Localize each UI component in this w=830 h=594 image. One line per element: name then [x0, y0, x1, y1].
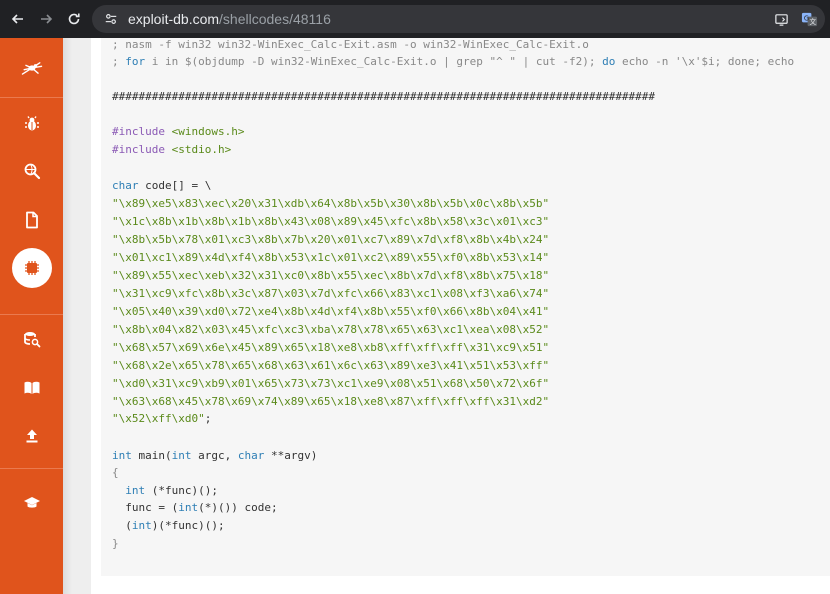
code-text: )(*func)();	[151, 519, 225, 532]
code-text: **argv)	[264, 449, 318, 462]
shellcode-line: "\x01\xc1\x89\x4d\xf4\x8b\x53\x1c\x01\xc…	[112, 251, 550, 264]
code-text: main(	[131, 449, 172, 462]
code-keyword: int	[171, 449, 192, 462]
sidebar-item-training[interactable]	[0, 483, 63, 523]
sidebar-divider	[0, 314, 63, 315]
code-content: ; nasm -f win32 win32-WinExec_Calc-Exit.…	[112, 38, 794, 550]
code-keyword: int	[178, 501, 199, 514]
shellcode-line: "\x89\xe5\x83\xec\x20\x31\xdb\x64\x8b\x5…	[112, 197, 550, 210]
sidebar	[0, 38, 63, 594]
code-string: <windows.h>	[164, 125, 245, 138]
code-line: #include <windows.h>	[112, 125, 244, 139]
code-preprocessor: #include	[112, 125, 165, 138]
code-line: ; for i in $(objdump -D win32-WinExec_Ca…	[112, 55, 794, 69]
code-line: ; nasm -f win32 win32-WinExec_Calc-Exit.…	[112, 38, 589, 52]
translate-icon[interactable]: G文	[799, 9, 819, 29]
code-comment: ;	[112, 55, 126, 68]
code-line: {	[112, 466, 119, 480]
site-settings-icon[interactable]	[102, 10, 120, 28]
code-string: <stdio.h>	[164, 143, 232, 156]
shellcode-code-block[interactable]: ; nasm -f win32 win32-WinExec_Calc-Exit.…	[101, 38, 830, 576]
code-keyword: for	[125, 55, 146, 68]
code-keyword: int	[112, 449, 132, 462]
code-text: func = (	[112, 501, 179, 514]
shellcode-line: "\x52\xff\xd0"	[112, 412, 205, 425]
code-keyword: int	[131, 519, 152, 532]
sidebar-logo[interactable]	[0, 38, 63, 98]
sidebar-item-search-exploit[interactable]	[0, 319, 63, 359]
address-bar[interactable]: exploit-db.com/shellcodes/48116 G文	[92, 5, 825, 33]
code-comment: i in $(objdump -D win32-WinExec_Calc-Exi…	[145, 55, 603, 68]
sidebar-item-papers[interactable]	[0, 200, 63, 240]
shellcode-line: "\x68\x57\x69\x6e\x45\x89\x65\x18\xe8\xb…	[112, 341, 550, 354]
shellcode-line: "\x89\x55\xec\xeb\x32\x31\xc0\x8b\x55\xe…	[112, 269, 550, 282]
code-line: }	[112, 537, 119, 551]
sidebar-divider	[0, 468, 63, 469]
code-keyword: int	[125, 484, 146, 497]
sidebar-item-google-hacking[interactable]	[0, 151, 63, 191]
svg-text:文: 文	[809, 17, 816, 26]
code-text: {	[112, 466, 119, 479]
page-background	[91, 576, 830, 594]
upload-icon	[26, 429, 37, 443]
forward-arrow-icon[interactable]	[32, 5, 60, 33]
code-keyword: char	[112, 179, 139, 192]
code-line: char code[] = \	[112, 179, 211, 193]
code-line: "\x52\xff\xd0";	[112, 412, 211, 426]
code-keyword: char	[237, 449, 265, 462]
search-globe-icon	[24, 163, 40, 180]
code-text: (*func)();	[145, 484, 218, 497]
database-search-icon	[23, 332, 40, 348]
code-line: func = (int(*)()) code;	[112, 501, 278, 515]
code-line: (int)(*func)();	[112, 519, 225, 533]
svg-text:G: G	[803, 14, 808, 22]
code-text: (*)()) code;	[198, 501, 278, 514]
code-text: argc,	[191, 449, 238, 462]
code-line: #include <stdio.h>	[112, 143, 231, 157]
cast-icon[interactable]	[771, 9, 791, 29]
book-icon	[24, 381, 39, 394]
sidebar-item-upload[interactable]	[0, 416, 63, 456]
code-line: int (*func)();	[112, 484, 218, 498]
shellcode-line: "\xd0\x31\xc9\xb9\x01\x65\x73\x73\xc1\xe…	[112, 377, 550, 390]
reload-icon[interactable]	[60, 5, 88, 33]
code-comment: echo -n '\x'$i; done; echo	[615, 55, 795, 68]
url-host: exploit-db.com	[128, 11, 220, 27]
browser-toolbar: exploit-db.com/shellcodes/48116 G文	[0, 0, 830, 38]
document-icon	[25, 211, 38, 229]
spider-logo-icon	[21, 61, 42, 75]
back-arrow-icon[interactable]	[4, 5, 32, 33]
url-path: /shellcodes/48116	[219, 11, 331, 27]
shellcode-line: "\x63\x68\x45\x78\x69\x74\x89\x65\x18\xe…	[112, 395, 550, 408]
graduation-cap-icon	[23, 497, 40, 508]
sidebar-item-exploits[interactable]	[0, 104, 63, 144]
shellcode-line: "\x8b\x04\x82\x03\x45\xfc\xc3\xba\x78\x7…	[112, 323, 550, 336]
code-text: }	[112, 537, 119, 550]
code-comment: ; nasm -f win32 win32-WinExec_Calc-Exit.…	[112, 38, 589, 51]
code-text: (	[112, 519, 132, 532]
shellcode-line: "\x31\xc9\xfc\x8b\x3c\x87\x03\x7d\xfc\x6…	[112, 287, 550, 300]
shellcode-line: "\x8b\x5b\x78\x01\xc3\x8b\x7b\x20\x01\xc…	[112, 233, 550, 246]
code-text: code[] = \	[138, 179, 212, 192]
code-line: int main(int argc, char **argv)	[112, 449, 317, 463]
cpu-icon	[25, 261, 39, 275]
content-gutter	[63, 38, 91, 594]
code-separator: ########################################…	[112, 90, 656, 103]
sidebar-item-shellcodes[interactable]	[12, 248, 52, 288]
shellcode-line: "\x68\x2e\x65\x78\x65\x68\x63\x61\x6c\x6…	[112, 359, 550, 372]
sidebar-item-submissions[interactable]	[0, 368, 63, 408]
url-text: exploit-db.com/shellcodes/48116	[128, 11, 331, 27]
code-preprocessor: #include	[112, 143, 165, 156]
code-text: ;	[204, 412, 212, 425]
shellcode-line: "\x1c\x8b\x1b\x8b\x1b\x8b\x43\x08\x89\x4…	[112, 215, 550, 228]
shellcode-line: "\x05\x40\x39\xd0\x72\xe4\x8b\x4d\xf4\x8…	[112, 305, 550, 318]
code-line: ########################################…	[112, 90, 655, 104]
code-keyword: do	[602, 55, 616, 68]
bug-icon	[24, 116, 39, 131]
